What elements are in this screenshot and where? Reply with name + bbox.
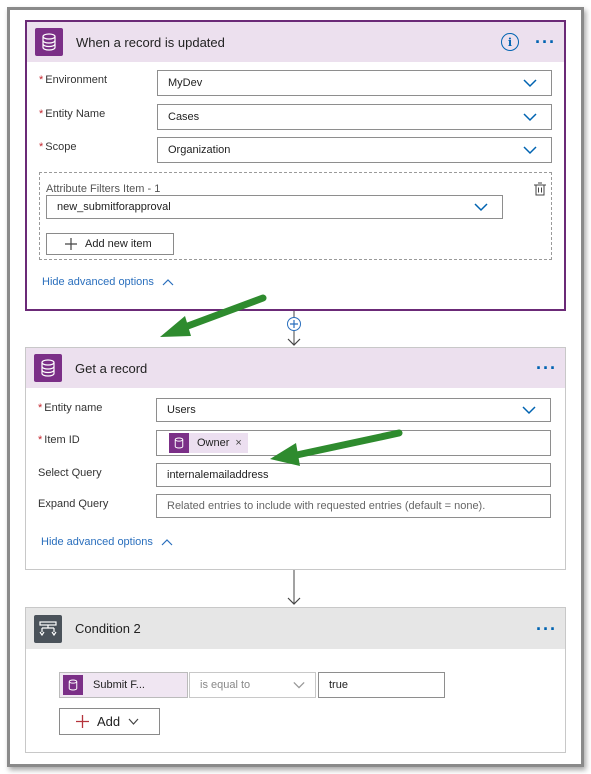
annotation-arrow-item-id xyxy=(270,429,403,466)
environment-row: * Environment MyDev xyxy=(39,70,552,96)
attribute-filters-label: Attribute Filters Item - 1 xyxy=(46,183,161,195)
entity-name-row: * Entity Name Cases xyxy=(39,104,552,130)
trigger-hide-advanced-link[interactable]: Hide advanced options xyxy=(42,276,174,288)
expand-query-row: Expand Query Related entries to include … xyxy=(38,494,553,520)
database-icon xyxy=(169,433,189,453)
select-query-label: Select Query xyxy=(38,467,102,479)
database-icon xyxy=(34,354,62,382)
owner-token-label: Owner xyxy=(197,437,230,449)
expand-query-input[interactable]: Related entries to include with requeste… xyxy=(156,494,551,518)
delete-item-icon[interactable] xyxy=(532,181,548,197)
trigger-title: When a record is updated xyxy=(76,34,225,50)
condition-card[interactable]: Condition 2 ··· Submit F... is equal to … xyxy=(25,607,566,753)
chevron-down-icon xyxy=(128,718,139,725)
get-record-title: Get a record xyxy=(75,360,148,376)
annotation-arrow-left xyxy=(160,294,267,337)
entity-name-row-2: * Entity name Users xyxy=(38,398,553,424)
get-record-hide-advanced-link[interactable]: Hide advanced options xyxy=(41,536,173,548)
remove-token-icon[interactable]: × xyxy=(235,437,241,449)
entity-name-label: * Entity Name xyxy=(39,108,106,120)
get-record-entity-value: Users xyxy=(167,404,196,416)
chevron-up-icon xyxy=(161,539,173,546)
expand-query-label: Expand Query xyxy=(38,498,109,510)
scope-value: Organization xyxy=(168,144,231,156)
insert-step-plus-icon[interactable] xyxy=(287,317,301,331)
environment-value: MyDev xyxy=(168,77,203,89)
entity-name-value: Cases xyxy=(168,111,200,123)
more-options-icon[interactable]: ··· xyxy=(536,620,557,638)
attribute-filter-value: new_submitforapproval xyxy=(57,201,171,213)
trigger-card-header[interactable]: When a record is updated i ··· xyxy=(27,22,564,62)
chevron-down-icon xyxy=(522,406,536,415)
chevron-up-icon xyxy=(162,279,174,286)
chevron-down-icon xyxy=(293,681,305,689)
get-record-header[interactable]: Get a record ··· xyxy=(26,348,565,388)
more-options-icon[interactable]: ··· xyxy=(536,359,557,377)
condition-right-value: true xyxy=(329,679,348,691)
condition-left-operand[interactable]: Submit F... xyxy=(59,672,188,698)
condition-operator-select[interactable]: is equal to xyxy=(189,672,316,698)
environment-select[interactable]: MyDev xyxy=(157,70,552,96)
attribute-filters-group: Attribute Filters Item - 1 new_submitfor… xyxy=(39,172,552,260)
owner-token[interactable]: Owner × xyxy=(169,433,248,453)
scope-label: * Scope xyxy=(39,141,77,153)
trigger-card[interactable]: When a record is updated i ··· * Environm… xyxy=(25,20,566,311)
select-query-value: internalemailaddress xyxy=(167,469,269,481)
attribute-filter-select[interactable]: new_submitforapproval xyxy=(46,195,503,219)
chevron-down-icon xyxy=(474,203,488,212)
environment-label: * Environment xyxy=(39,74,108,86)
plus-icon xyxy=(76,715,89,728)
condition-icon xyxy=(34,614,62,643)
entity-name-label-2: * Entity name xyxy=(38,402,103,414)
add-new-item-label: Add new item xyxy=(85,238,152,250)
condition-title: Condition 2 xyxy=(75,621,141,636)
database-icon xyxy=(35,28,63,56)
expand-query-placeholder: Related entries to include with requeste… xyxy=(167,500,486,512)
condition-right-operand[interactable]: true xyxy=(318,672,445,698)
database-icon xyxy=(63,675,83,695)
condition-operator-value: is equal to xyxy=(200,679,251,691)
add-condition-button[interactable]: Add xyxy=(59,708,160,735)
condition-header[interactable]: Condition 2 ··· xyxy=(26,608,565,649)
add-condition-label: Add xyxy=(97,714,121,729)
condition-left-token-label: Submit F... xyxy=(93,679,145,691)
connector-arrow-2 xyxy=(287,570,301,605)
chevron-down-icon xyxy=(523,79,537,88)
item-id-label: * Item ID xyxy=(38,434,80,446)
entity-name-select[interactable]: Cases xyxy=(157,104,552,130)
info-icon[interactable]: i xyxy=(501,33,520,51)
get-record-hide-advanced-label: Hide advanced options xyxy=(41,536,153,548)
more-options-icon[interactable]: ··· xyxy=(535,33,556,51)
trigger-hide-advanced-label: Hide advanced options xyxy=(42,276,154,288)
scope-row: * Scope Organization xyxy=(39,137,552,163)
plus-icon xyxy=(65,238,77,250)
scope-select[interactable]: Organization xyxy=(157,137,552,163)
get-record-entity-select[interactable]: Users xyxy=(156,398,551,422)
add-new-item-button[interactable]: Add new item xyxy=(46,233,174,255)
chevron-down-icon xyxy=(523,113,537,122)
chevron-down-icon xyxy=(523,146,537,155)
